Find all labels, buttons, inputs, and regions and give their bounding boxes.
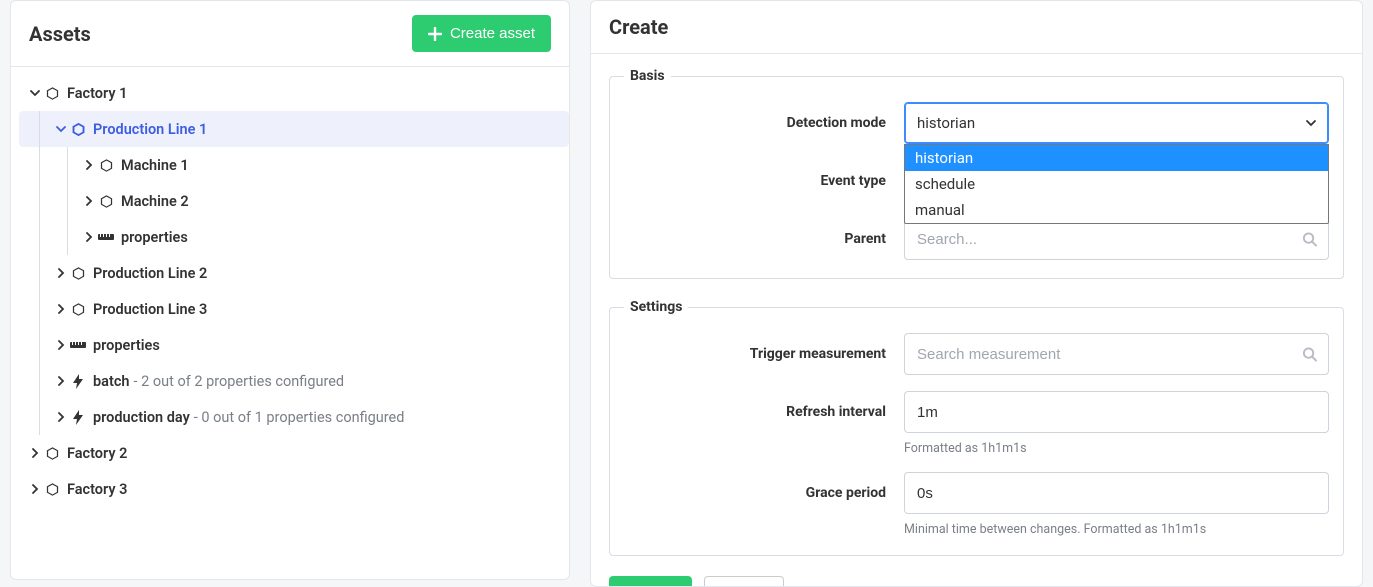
- basis-fieldset: Basis Detection mode historian historian…: [609, 68, 1344, 279]
- chevron-right-icon: [53, 409, 69, 425]
- event-type-label: Event type: [624, 173, 904, 189]
- cube-icon: [69, 300, 87, 318]
- assets-header: Assets Create asset: [11, 1, 569, 67]
- tree-label: production day: [93, 409, 190, 426]
- bolt-icon: [69, 408, 87, 426]
- plus-icon: [428, 27, 442, 41]
- trigger-label: Trigger measurement: [624, 346, 904, 362]
- tree-item-factory1[interactable]: Factory 1: [19, 75, 569, 111]
- create-title: Create: [609, 15, 668, 39]
- cube-icon: [69, 264, 87, 282]
- row-trigger-measurement: Trigger measurement: [624, 333, 1329, 375]
- tree-item-pl1-properties[interactable]: properties: [19, 219, 569, 255]
- tree-item-pl3[interactable]: Production Line 3: [19, 291, 569, 327]
- detection-mode-value: historian: [917, 114, 975, 132]
- chevron-right-icon: [81, 157, 97, 173]
- chevron-right-icon: [53, 337, 69, 353]
- detection-mode-label: Detection mode: [624, 115, 904, 131]
- ruler-icon: [69, 336, 87, 354]
- grace-help-text: Minimal time between changes. Formatted …: [904, 522, 1329, 537]
- row-grace-help: Minimal time between changes. Formatted …: [624, 518, 1329, 537]
- refresh-help-text: Formatted as 1h1m1s: [904, 441, 1329, 456]
- tree-item-factory2[interactable]: Factory 2: [19, 435, 569, 471]
- tree-label: Factory 3: [67, 481, 127, 498]
- chevron-right-icon: [81, 193, 97, 209]
- create-asset-label: Create asset: [450, 25, 535, 42]
- tree-label: Machine 1: [121, 157, 189, 174]
- detection-option-historian[interactable]: historian: [905, 145, 1328, 171]
- parent-label: Parent: [624, 231, 904, 247]
- detection-option-schedule[interactable]: schedule: [905, 171, 1328, 197]
- asset-tree: Factory 1 Production Line 1 Machine 1: [11, 67, 569, 515]
- tree-label: Production Line 3: [93, 301, 207, 318]
- trigger-measurement-input[interactable]: [904, 333, 1329, 375]
- tree-item-machine1[interactable]: Machine 1: [19, 147, 569, 183]
- chevron-right-icon: [27, 445, 43, 461]
- chevron-right-icon: [81, 229, 97, 245]
- cube-icon: [43, 480, 61, 498]
- cube-icon: [69, 120, 87, 138]
- tree-item-machine2[interactable]: Machine 2: [19, 183, 569, 219]
- refresh-interval-input[interactable]: [904, 391, 1329, 433]
- tree-sublabel: - 2 out of 2 properties configured: [133, 373, 344, 390]
- chevron-right-icon: [53, 265, 69, 281]
- assets-panel: Assets Create asset Factory 1: [10, 0, 570, 580]
- detection-mode-dropdown: historian schedule manual: [904, 144, 1329, 224]
- assets-title: Assets: [29, 22, 91, 46]
- basis-legend: Basis: [624, 68, 671, 84]
- row-parent: Parent: [624, 218, 1329, 260]
- cube-icon: [43, 444, 61, 462]
- chevron-down-icon: [27, 85, 43, 101]
- cube-icon: [97, 156, 115, 174]
- tree-item-batch[interactable]: batch - 2 out of 2 properties configured: [19, 363, 569, 399]
- cube-icon: [97, 192, 115, 210]
- refresh-label: Refresh interval: [624, 404, 904, 420]
- create-panel: Create Basis Detection mode historian hi…: [590, 0, 1363, 587]
- grace-label: Grace period: [624, 485, 904, 501]
- create-form: Basis Detection mode historian historian…: [591, 54, 1362, 586]
- create-asset-button[interactable]: Create asset: [412, 15, 551, 52]
- grace-period-input[interactable]: [904, 472, 1329, 514]
- chevron-right-icon: [27, 481, 43, 497]
- tree-item-pl1[interactable]: Production Line 1: [19, 111, 569, 147]
- bolt-icon: [69, 372, 87, 390]
- tree-item-production-day[interactable]: production day - 0 out of 1 properties c…: [19, 399, 569, 435]
- tree-label: Machine 2: [121, 193, 189, 210]
- tree-label: Factory 1: [67, 85, 127, 102]
- form-actions: Submit Cancel: [609, 576, 1344, 586]
- tree-label: properties: [93, 337, 160, 354]
- tree-item-pl2[interactable]: Production Line 2: [19, 255, 569, 291]
- chevron-down-icon: [53, 121, 69, 137]
- cube-icon: [43, 84, 61, 102]
- detection-option-manual[interactable]: manual: [905, 197, 1328, 223]
- tree-label: batch: [93, 373, 129, 390]
- tree-item-factory3[interactable]: Factory 3: [19, 471, 569, 507]
- create-header: Create: [591, 1, 1362, 54]
- tree-label: properties: [121, 229, 188, 246]
- tree-item-f1-properties[interactable]: properties: [19, 327, 569, 363]
- row-detection-mode: Detection mode historian historian sched…: [624, 102, 1329, 144]
- row-grace-period: Grace period: [624, 472, 1329, 514]
- ruler-icon: [97, 228, 115, 246]
- tree-sublabel: - 0 out of 1 properties configured: [194, 409, 405, 426]
- row-refresh-help: Formatted as 1h1m1s: [624, 437, 1329, 456]
- submit-button[interactable]: Submit: [609, 576, 692, 586]
- row-refresh-interval: Refresh interval: [624, 391, 1329, 433]
- tree-label: Production Line 1: [93, 121, 207, 138]
- tree-label: Factory 2: [67, 445, 127, 462]
- settings-fieldset: Settings Trigger measurement Refresh int…: [609, 299, 1344, 556]
- parent-search-input[interactable]: [904, 218, 1329, 260]
- chevron-right-icon: [53, 373, 69, 389]
- detection-mode-select[interactable]: historian: [904, 102, 1329, 144]
- chevron-right-icon: [53, 301, 69, 317]
- settings-legend: Settings: [624, 299, 688, 315]
- cancel-button[interactable]: Cancel: [704, 576, 785, 586]
- tree-label: Production Line 2: [93, 265, 207, 282]
